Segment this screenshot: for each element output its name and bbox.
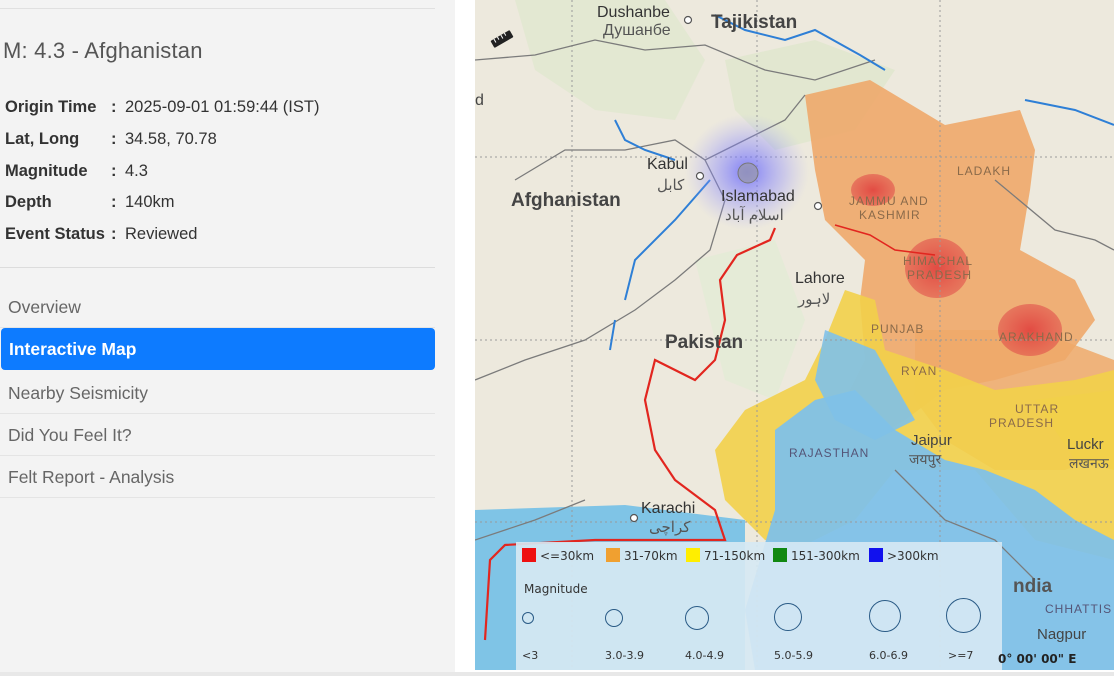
depth-legend-label: >300km <box>887 549 939 563</box>
depth-legend-item: 71-150km <box>686 548 765 563</box>
country-label-tajikistan: Tajikistan <box>711 12 798 33</box>
city-label-jaipur: Jaipur <box>911 432 952 449</box>
magnitude-circle-7 <box>946 598 981 633</box>
country-label-pakistan: Pakistan <box>665 332 744 353</box>
depth-swatch-orange <box>606 548 620 562</box>
city-label-lucknow: Luckr <box>1067 436 1104 453</box>
nav-item-interactive-map[interactable]: Interactive Map <box>1 328 435 370</box>
magnitude-label: 5.0-5.9 <box>774 649 813 662</box>
detail-separator: : <box>111 161 117 180</box>
city-label-lahore-local: لاہور <box>798 291 831 308</box>
detail-separator: : <box>111 225 117 244</box>
detail-value: 140km <box>125 193 175 212</box>
country-label-partial: d <box>475 92 484 109</box>
city-label-lahore: Lahore <box>795 270 845 287</box>
depth-swatch-yellow <box>686 548 700 562</box>
city-label-islamabad: Islamabad <box>721 188 795 205</box>
detail-label: Origin Time <box>5 98 97 117</box>
detail-row-event-status: Event Status : Reviewed <box>3 219 319 251</box>
event-details-table: Origin Time : 2025-09-01 01:59:44 (IST) … <box>3 92 319 250</box>
city-label-kabul: Kabul <box>647 156 688 173</box>
depth-legend-item: >300km <box>869 548 939 563</box>
detail-value: 4.3 <box>125 161 148 180</box>
region-label-punjab: PUNJAB <box>871 322 925 336</box>
event-sidebar: M: 4.3 - Afghanistan Origin Time : 2025-… <box>0 0 455 676</box>
event-nav: Overview Interactive Map Nearby Seismici… <box>0 286 435 498</box>
event-epicenter-marker[interactable] <box>737 162 759 184</box>
city-label-karachi: Karachi <box>641 500 696 517</box>
region-label-uttarakhand: ARAKHAND <box>999 330 1074 344</box>
panel-gap <box>455 0 475 676</box>
coordinate-readout: 0° 00' 00" E <box>998 652 1077 666</box>
country-label-india: ndia <box>1013 576 1053 597</box>
magnitude-circle-6 <box>869 600 901 632</box>
city-label-dushanbe-local: Душанбе <box>603 22 671 39</box>
depth-legend-label: <=30km <box>540 549 595 563</box>
depth-legend-item: <=30km <box>522 548 594 563</box>
depth-swatch-blue <box>869 548 883 562</box>
nav-item-nearby-seismicity[interactable]: Nearby Seismicity <box>0 372 435 414</box>
magnitude-circle-4 <box>685 606 709 630</box>
magnitude-label: 4.0-4.9 <box>685 649 724 662</box>
region-label-chhattisgarh: CHHATTIS <box>1045 602 1113 616</box>
section-divider <box>0 267 435 268</box>
region-label-uttar-pradesh: PRADESH <box>989 416 1055 430</box>
city-label-karachi-local: کراچی <box>649 519 691 536</box>
detail-label: Lat, Long <box>5 130 80 149</box>
depth-legend-item: 31-70km <box>606 548 678 563</box>
city-label-islamabad-local: اسلام آباد <box>725 207 784 224</box>
nav-item-overview[interactable]: Overview <box>0 286 435 328</box>
nav-item-did-you-feel-it[interactable]: Did You Feel It? <box>0 414 435 456</box>
region-label-rajasthan: RAJASTHAN <box>789 446 870 460</box>
detail-row-magnitude: Magnitude : 4.3 <box>3 155 319 187</box>
map-legend: <=30km 31-70km 71-150km 151-300km >300km… <box>516 542 1002 670</box>
detail-label: Event Status <box>5 225 105 244</box>
magnitude-label: <3 <box>522 649 539 662</box>
bottom-border <box>0 672 1114 676</box>
depth-swatch-green <box>773 548 787 562</box>
city-label-dushanbe: Dushanbe <box>597 4 670 21</box>
detail-separator: : <box>111 98 117 117</box>
detail-row-origin-time: Origin Time : 2025-09-01 01:59:44 (IST) <box>3 92 319 124</box>
magnitude-circle-lt3 <box>522 612 534 624</box>
detail-separator: : <box>111 193 117 212</box>
detail-label: Depth <box>5 193 52 212</box>
region-label-himachal: HIMACHAL <box>903 254 974 268</box>
magnitude-circle-5 <box>774 603 802 631</box>
detail-value: 2025-09-01 01:59:44 (IST) <box>125 98 320 117</box>
city-label-jaipur-local: जयपुर <box>909 451 942 467</box>
depth-legend-label: 31-70km <box>624 549 678 563</box>
magnitude-label: 3.0-3.9 <box>605 649 644 662</box>
depth-legend-label: 71-150km <box>704 549 766 563</box>
region-label-uttar: UTTAR <box>1015 402 1060 416</box>
region-label-jammu: JAMMU AND <box>849 194 929 208</box>
region-label-kashmir: KASHMIR <box>859 208 921 222</box>
detail-label: Magnitude <box>5 161 88 180</box>
detail-separator: : <box>111 130 117 149</box>
event-title: M: 4.3 - Afghanistan <box>3 38 203 63</box>
city-label-lucknow-local: लखनऊ <box>1069 455 1109 471</box>
detail-value: 34.58, 70.78 <box>125 130 217 149</box>
top-divider <box>0 8 435 9</box>
city-label-kabul-local: کابل <box>657 177 685 194</box>
region-label-ladakh: LADAKH <box>957 164 1012 178</box>
depth-legend-label: 151-300km <box>791 549 860 563</box>
region-label-himachal-pradesh: PRADESH <box>907 268 973 282</box>
magnitude-label: 6.0-6.9 <box>869 649 908 662</box>
detail-row-depth: Depth : 140km <box>3 187 319 219</box>
city-label-nagpur: Nagpur <box>1037 626 1087 643</box>
magnitude-legend-title: Magnitude <box>524 582 588 596</box>
detail-value: Reviewed <box>125 225 198 244</box>
nav-item-felt-report-analysis[interactable]: Felt Report - Analysis <box>0 456 435 498</box>
country-label-afghanistan: Afghanistan <box>511 190 621 211</box>
magnitude-circle-3 <box>605 609 623 627</box>
detail-row-lat-long: Lat, Long : 34.58, 70.78 <box>3 124 319 156</box>
magnitude-label: >=7 <box>948 649 974 662</box>
depth-swatch-red <box>522 548 536 562</box>
ruler-icon[interactable] <box>489 30 515 48</box>
region-label-haryana: RYAN <box>901 364 938 378</box>
depth-legend-item: 151-300km <box>773 548 860 563</box>
